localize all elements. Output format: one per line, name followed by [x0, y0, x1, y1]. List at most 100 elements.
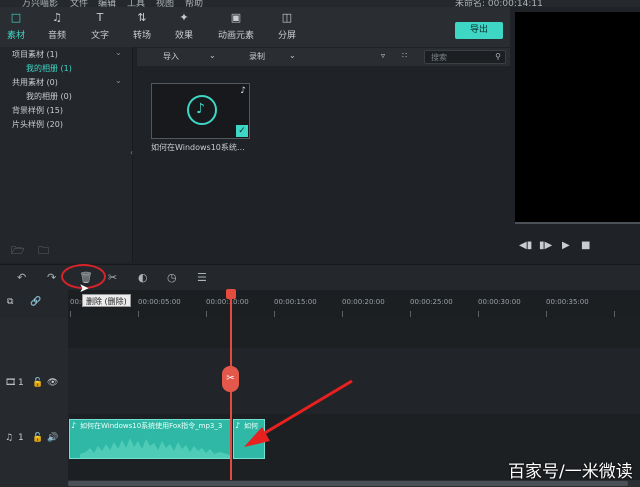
- audio-thumbnail-icon: ♪: [187, 95, 217, 125]
- tab-media-label: 素材: [6, 31, 25, 41]
- tab-text[interactable]: T 文字: [80, 11, 120, 41]
- delete-tooltip: 删除 (删除): [82, 294, 131, 307]
- main-toolbar: □ 素材 ♫ 音频 T 文字 ⇅ 转场 ✦ 效果 ▣ 动画元素 ◫ 分屏 导出: [0, 7, 510, 47]
- tab-elements-label: 动画元素: [217, 31, 254, 41]
- preview-window: [515, 12, 640, 222]
- record-button[interactable]: 录制: [249, 51, 265, 62]
- new-folder-icon[interactable]: 🗁: [11, 242, 25, 261]
- tab-effects[interactable]: ✦ 效果: [164, 11, 204, 41]
- add-track-icon[interactable]: ⧉: [7, 297, 13, 307]
- collapse-panel-icon[interactable]: ‹: [130, 148, 133, 157]
- ruler-tickline: [70, 311, 71, 317]
- grid-view-icon[interactable]: ∷: [402, 51, 407, 60]
- tab-transition[interactable]: ⇅ 转场: [122, 11, 162, 41]
- media-library-panel: 项目素材 (1) ⌄ 我的相册 (1) 共用素材 (0) ⌄ 我的相册 (0) …: [0, 47, 133, 262]
- mouse-cursor-icon: ➤: [79, 281, 90, 295]
- timeline-ruler[interactable]: 00:00:00:00 00:00:05:00 00:00:10:00 00:0…: [68, 290, 640, 318]
- step-forward-icon[interactable]: ▮▶: [539, 240, 552, 251]
- tab-transition-label: 转场: [132, 31, 151, 41]
- media-tile-caption: 如何在Windows10系统…: [151, 143, 245, 152]
- speaker-icon[interactable]: 🔊: [47, 433, 58, 443]
- ruler-tick: 00:00:10:00: [206, 298, 249, 306]
- split-scissors-button[interactable]: ✂: [222, 366, 239, 392]
- preview-progress-bar[interactable]: [515, 222, 640, 224]
- lock-icon[interactable]: 🔓: [32, 378, 43, 388]
- audio-waveform: [80, 438, 230, 458]
- speed-icon[interactable]: ◐: [138, 271, 148, 284]
- playhead-handle[interactable]: [226, 289, 236, 299]
- link-icon[interactable]: 🔗: [30, 297, 41, 307]
- ruler-tick: 00:00:30:00: [478, 298, 521, 306]
- chevron-down-icon[interactable]: ⌄: [289, 51, 296, 60]
- music-note-icon: ♫: [52, 11, 62, 24]
- checkmark-icon: ✓: [236, 125, 248, 137]
- tab-split-screen-label: 分屏: [277, 31, 296, 41]
- chevron-down-icon[interactable]: ⌄: [115, 48, 122, 57]
- text-icon: T: [96, 11, 104, 24]
- sidebar-item-intros[interactable]: 片头样例 (20): [12, 119, 63, 130]
- track-heads: 🎞 1 🔓 👁 ♫ 1 🔓 🔊: [0, 318, 68, 487]
- ruler-tick: 00:00:20:00: [342, 298, 385, 306]
- ruler-tickline: [410, 311, 411, 317]
- undo-icon[interactable]: ↶: [17, 271, 26, 284]
- effects-icon: ✦: [179, 11, 189, 24]
- audio-track-number: 1: [18, 433, 24, 443]
- tab-audio[interactable]: ♫ 音频: [37, 11, 77, 41]
- watermark-text: 百家号/一米微读: [508, 462, 633, 482]
- lock-icon[interactable]: 🔓: [32, 433, 43, 443]
- ruler-tickline: [614, 311, 615, 317]
- tab-elements[interactable]: ▣ 动画元素: [216, 11, 256, 41]
- ruler-tickline: [138, 311, 139, 317]
- music-note-icon: ♪: [71, 421, 77, 430]
- tab-text-label: 文字: [90, 31, 109, 41]
- search-icon[interactable]: ⚲: [495, 52, 501, 61]
- scissors-icon[interactable]: ✂: [108, 271, 117, 284]
- ruler-tick: 00:00:05:00: [138, 298, 181, 306]
- audio-track-icon: ♫: [5, 433, 14, 443]
- menu-bar: 万兴喵影 文件 编辑 工具 视图 帮助 未命名: 00:00:14:11: [0, 0, 640, 9]
- audio-clip-label: 如何在Windows10系统使用Fox指令_mp3_3: [80, 422, 223, 430]
- chevron-down-icon[interactable]: ⌄: [115, 76, 122, 85]
- sidebar-item-backgrounds[interactable]: 背景样例 (15): [12, 105, 63, 116]
- redo-icon[interactable]: ↷: [47, 271, 56, 284]
- media-toolbar: 导入 ⌄ 录制 ⌄ ▿ ∷ 搜索 ⚲: [137, 48, 510, 66]
- music-note-icon: ♪: [240, 86, 246, 96]
- delete-folder-icon[interactable]: 🗀: [38, 242, 49, 261]
- sidebar-item-my-album[interactable]: 我的相册 (1): [26, 63, 72, 74]
- export-button[interactable]: 导出: [455, 22, 503, 39]
- play-icon[interactable]: ▶: [562, 240, 570, 251]
- search-placeholder: 搜索: [431, 53, 447, 62]
- sidebar-item-shared-media[interactable]: 共用素材 (0): [12, 77, 58, 88]
- tab-media[interactable]: □ 素材: [0, 11, 36, 41]
- ruler-tick: 00:00:35:00: [546, 298, 589, 306]
- audio-clip[interactable]: ♪ 如何在Windows10系统使用Fox指令_mp3_3: [69, 419, 231, 459]
- adjust-icon[interactable]: ☰: [197, 271, 207, 284]
- chevron-down-icon[interactable]: ⌄: [209, 51, 216, 60]
- step-back-icon[interactable]: ◀▮: [519, 240, 532, 251]
- split-screen-icon: ◫: [281, 11, 293, 24]
- transition-icon: ⇅: [137, 11, 147, 24]
- eye-icon[interactable]: 👁: [47, 378, 58, 388]
- ruler-tickline: [206, 311, 207, 317]
- video-track-number: 1: [18, 378, 24, 388]
- sidebar-item-project-media[interactable]: 项目素材 (1): [12, 49, 58, 60]
- sidebar-item-shared-album[interactable]: 我的相册 (0): [26, 91, 72, 102]
- filter-icon[interactable]: ▿: [381, 51, 385, 60]
- import-button[interactable]: 导入: [163, 51, 179, 62]
- ruler-tickline: [546, 311, 547, 317]
- ruler-tick: 00:00:15:00: [274, 298, 317, 306]
- ruler-tick: 00:00:25:00: [410, 298, 453, 306]
- tab-audio-label: 音频: [47, 31, 66, 41]
- search-input[interactable]: 搜索 ⚲: [424, 50, 506, 64]
- media-tile[interactable]: ♪ ♪ ✓: [151, 83, 250, 139]
- annotation-arrow: [244, 379, 353, 447]
- clock-icon[interactable]: ◷: [167, 271, 177, 284]
- ruler-tickline: [478, 311, 479, 317]
- image-icon: ▣: [230, 11, 242, 24]
- stop-icon[interactable]: ■: [581, 240, 590, 251]
- track-controls-header: ⧉ 🔗: [0, 290, 68, 318]
- tab-effects-label: 效果: [174, 31, 193, 41]
- ruler-tickline: [274, 311, 275, 317]
- folder-icon: □: [10, 11, 22, 24]
- tab-split-screen[interactable]: ◫ 分屏: [267, 11, 307, 41]
